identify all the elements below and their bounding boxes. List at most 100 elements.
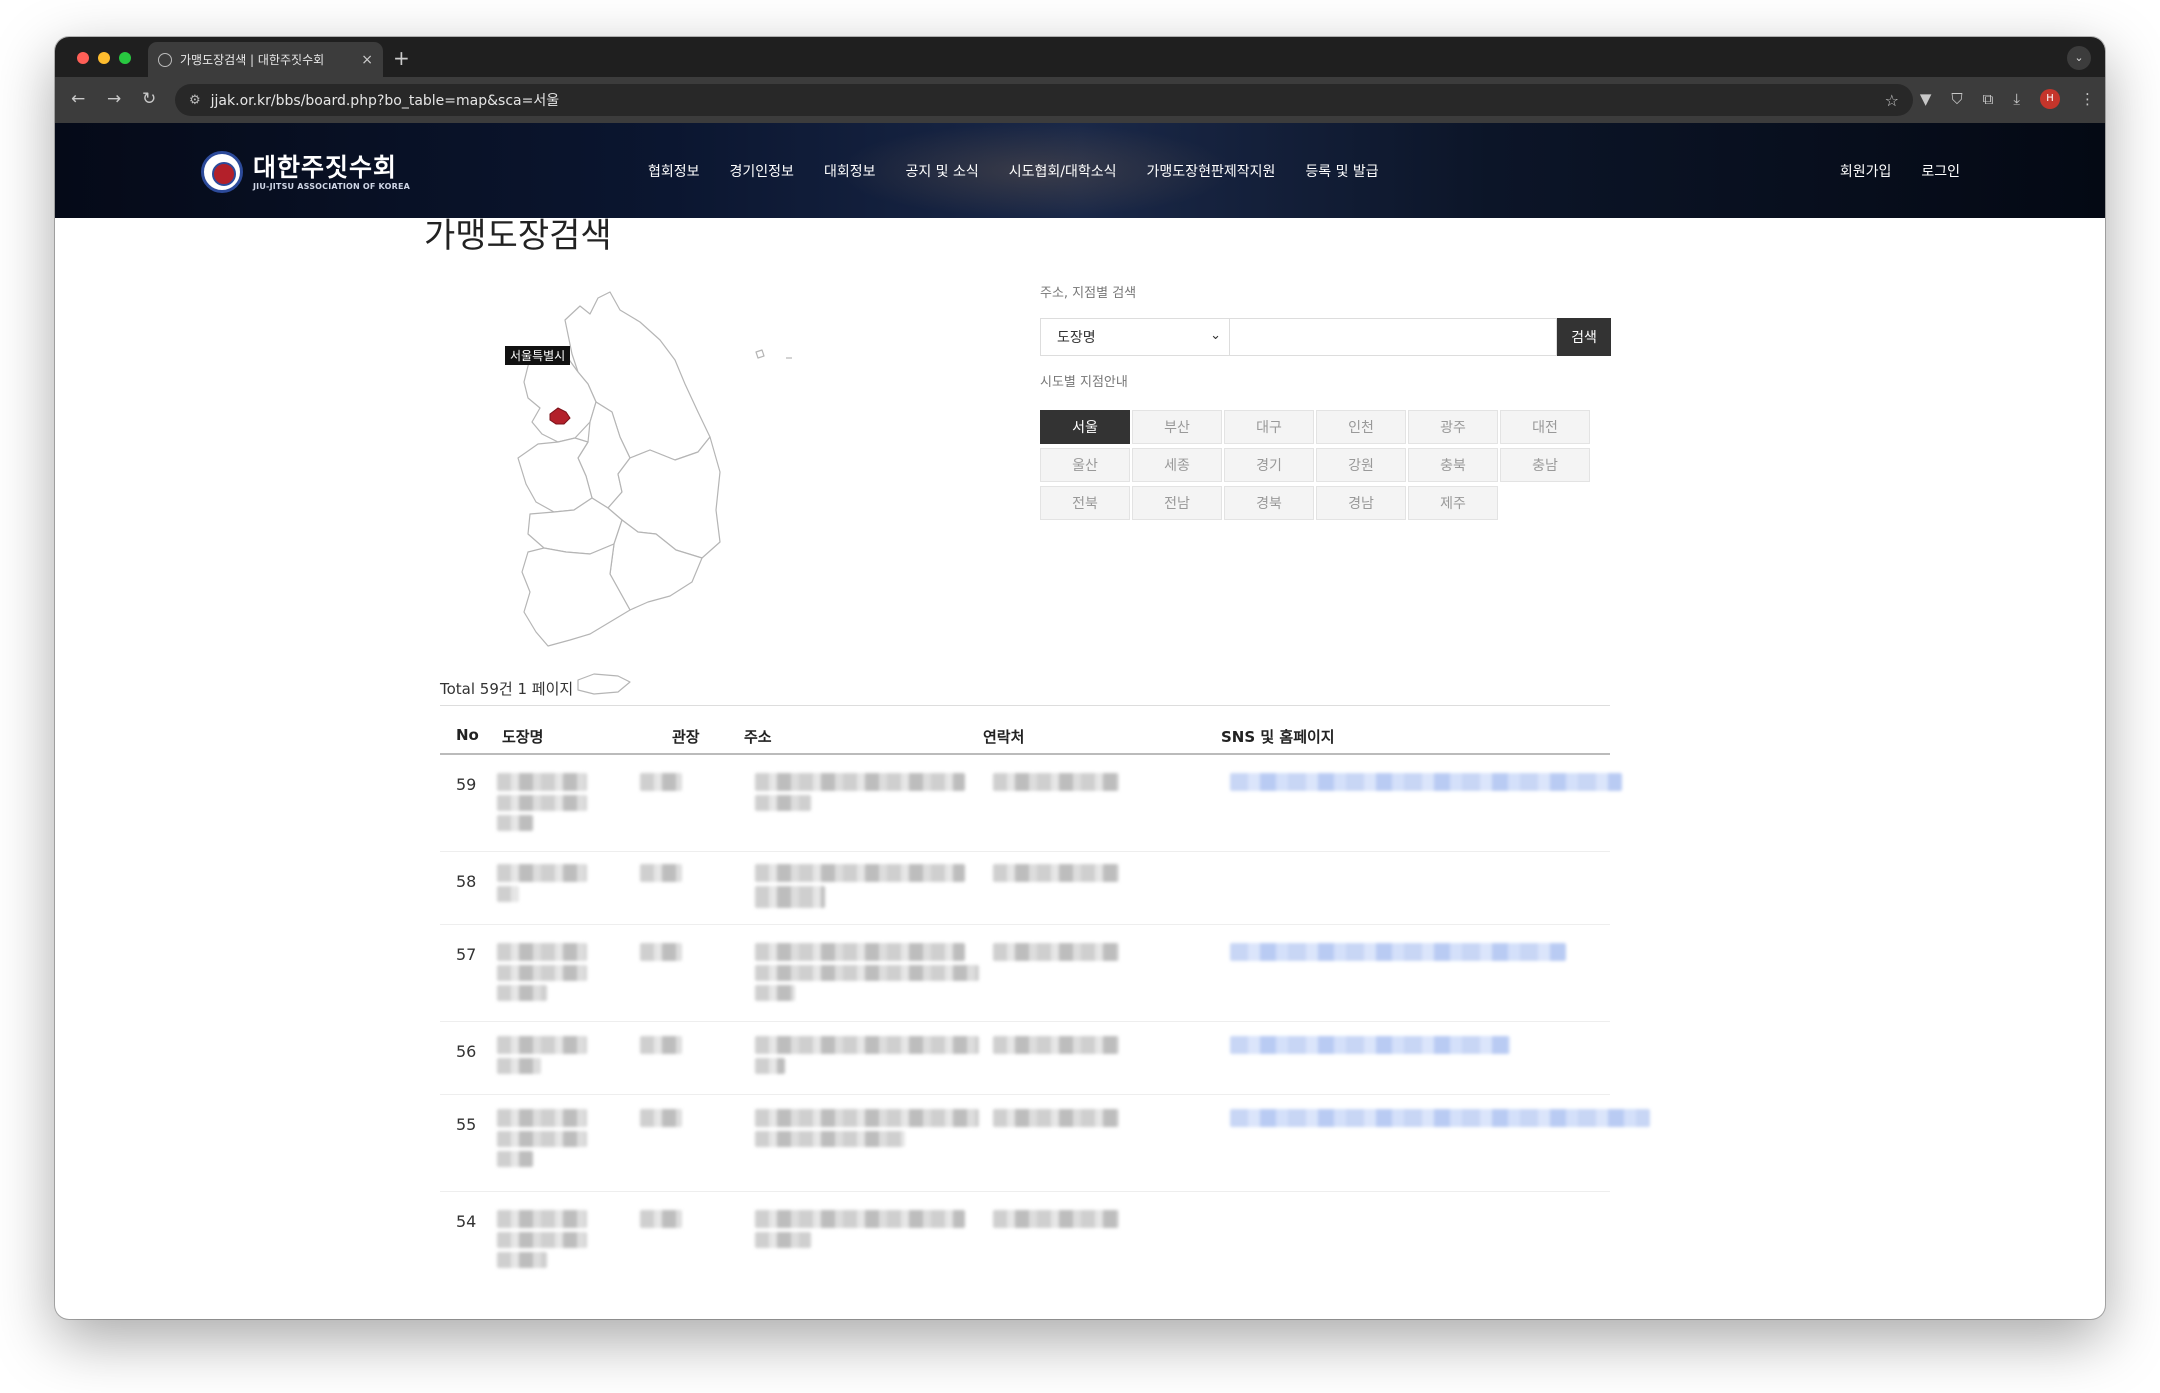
vpn-extension-icon[interactable]: ▼ — [1920, 90, 1932, 108]
blurred-sns-link[interactable] — [1230, 943, 1566, 961]
url-text[interactable]: jjak.or.kr/bbs/board.php?bo_table=map&sc… — [211, 90, 559, 110]
maximize-window-button[interactable] — [119, 52, 131, 64]
row-number: 54 — [456, 1212, 477, 1231]
blurred-dojang-name — [497, 1058, 541, 1074]
search-label: 주소, 지점별 검색 — [1040, 286, 1137, 301]
address-bar[interactable]: ⚙ jjak.or.kr/bbs/board.php?bo_table=map&… — [175, 84, 1913, 116]
region-button-sejong[interactable]: 세종 — [1132, 448, 1222, 482]
table-row[interactable]: 56 — [440, 1022, 1610, 1095]
col-header-contact: 연락처 — [983, 728, 1025, 746]
map-region-ulleung[interactable] — [755, 349, 765, 359]
bookmark-star-icon[interactable]: ☆ — [1885, 91, 1899, 110]
nav-item-player-info[interactable]: 경기인정보 — [730, 161, 794, 181]
site-settings-icon[interactable]: ⚙ — [189, 93, 201, 108]
table-row[interactable]: 55 — [440, 1095, 1650, 1192]
blurred-owner — [640, 773, 682, 791]
region-button-chungbuk[interactable]: 충북 — [1408, 448, 1498, 482]
menu-icon[interactable]: ⋮ — [2080, 90, 2095, 108]
region-button-jeju[interactable]: 제주 — [1408, 486, 1498, 520]
region-button-jeonbuk[interactable]: 전북 — [1040, 486, 1130, 520]
region-button-incheon[interactable]: 인천 — [1316, 410, 1406, 444]
reload-icon[interactable]: ↻ — [142, 89, 156, 109]
region-button-daegu[interactable]: 대구 — [1224, 410, 1314, 444]
region-button-gwangju[interactable]: 광주 — [1408, 410, 1498, 444]
nav-item-notices[interactable]: 공지 및 소식 — [905, 161, 978, 181]
blurred-address — [755, 773, 965, 791]
nav-item-signboard-support[interactable]: 가맹도장현판제작지원 — [1147, 161, 1276, 181]
blurred-dojang-name — [497, 864, 587, 882]
search-input[interactable] — [1230, 318, 1557, 356]
blurred-address — [755, 1131, 905, 1147]
region-button-grid: 서울 부산 대구 인천 광주 대전 울산 세종 경기 강원 충북 충남 전북 전… — [1040, 410, 1595, 520]
nav-item-competition-info[interactable]: 대회정보 — [824, 161, 876, 181]
blurred-dojang-name — [497, 943, 587, 961]
region-button-gyeongnam[interactable]: 경남 — [1316, 486, 1406, 520]
toolbar-actions: ▼ ⛉ ⧉ ⤓ H ⋮ — [1920, 89, 2095, 109]
blurred-owner — [640, 943, 682, 961]
row-number: 58 — [456, 872, 477, 891]
table-row[interactable]: 58 — [440, 852, 1610, 925]
region-button-seoul[interactable]: 서울 — [1040, 410, 1130, 444]
nav-item-association-info[interactable]: 협회정보 — [648, 161, 700, 181]
region-button-gyeongbuk[interactable]: 경북 — [1224, 486, 1314, 520]
site-logo[interactable]: 대한주짓수회 JIU-JITSU ASSOCIATION OF KOREA — [201, 151, 410, 193]
back-icon[interactable]: ← — [71, 89, 85, 109]
total-count: Total 59건 1 페이지 — [440, 680, 574, 698]
nav-item-registration[interactable]: 등록 및 발급 — [1305, 161, 1378, 181]
blurred-sns-link[interactable] — [1230, 1036, 1510, 1054]
region-button-ulsan[interactable]: 울산 — [1040, 448, 1130, 482]
map-region-chungnam[interactable] — [517, 437, 593, 513]
blurred-dojang-name — [497, 773, 587, 791]
search-form: 도장명 ⌄ 검색 — [1040, 318, 1611, 356]
blurred-address — [755, 864, 965, 882]
tab-close-icon[interactable]: × — [361, 52, 373, 68]
map-region-gangwon[interactable] — [564, 291, 711, 461]
shield-extension-icon[interactable]: ⛉ — [1951, 90, 1962, 108]
extension-icon[interactable]: ⧉ — [1983, 90, 1994, 108]
profile-avatar[interactable]: H — [2040, 89, 2060, 109]
tab-title: 가맹도장검색 | 대한주짓수회 — [180, 53, 325, 67]
close-window-button[interactable] — [77, 52, 89, 64]
tab-search-chevron-icon[interactable]: ⌄ — [2067, 46, 2091, 70]
region-button-busan[interactable]: 부산 — [1132, 410, 1222, 444]
minimize-window-button[interactable] — [98, 52, 110, 64]
browser-tab[interactable]: 가맹도장검색 | 대한주짓수회 × — [148, 42, 383, 77]
region-button-gangwon[interactable]: 강원 — [1316, 448, 1406, 482]
blurred-owner — [640, 1109, 682, 1127]
download-icon[interactable]: ⤓ — [2013, 90, 2020, 108]
blurred-owner — [640, 1036, 682, 1054]
forward-icon[interactable]: → — [107, 89, 121, 109]
korea-region-map[interactable] — [470, 262, 830, 698]
login-link[interactable]: 로그인 — [1921, 161, 1960, 181]
blurred-dojang-name — [497, 795, 587, 811]
search-field-select-value: 도장명 — [1057, 330, 1096, 346]
blurred-dojang-name — [497, 1151, 533, 1167]
region-button-jeonnam[interactable]: 전남 — [1132, 486, 1222, 520]
blurred-sns-link[interactable] — [1230, 1109, 1650, 1127]
row-number: 57 — [456, 945, 477, 964]
table-row[interactable]: 57 — [440, 925, 1610, 1022]
blurred-address — [755, 1232, 811, 1248]
region-button-chungnam[interactable]: 충남 — [1500, 448, 1590, 482]
blurred-contact — [993, 943, 1119, 961]
blurred-dojang-name — [497, 1252, 547, 1268]
blurred-dojang-name — [497, 965, 587, 981]
region-button-daejeon[interactable]: 대전 — [1500, 410, 1590, 444]
col-header-dojang: 도장명 — [502, 728, 544, 746]
blurred-sns-link[interactable] — [1230, 773, 1622, 791]
blurred-dojang-name — [497, 886, 519, 902]
region-button-gyeonggi[interactable]: 경기 — [1224, 448, 1314, 482]
col-header-address: 주소 — [744, 728, 772, 746]
search-field-select[interactable]: 도장명 ⌄ — [1040, 318, 1230, 356]
map-region-jeju[interactable] — [577, 673, 631, 695]
nav-item-regional-news[interactable]: 시도협회/대학소식 — [1009, 161, 1117, 181]
map-region-label: 서울특별시 — [505, 346, 571, 365]
new-tab-button[interactable]: + — [393, 46, 410, 70]
signup-link[interactable]: 회원가입 — [1840, 161, 1892, 181]
table-row[interactable]: 59 — [440, 755, 1622, 852]
table-row[interactable]: 54 — [440, 1192, 1610, 1282]
blurred-owner — [640, 1210, 682, 1228]
chevron-down-icon: ⌄ — [1210, 328, 1221, 343]
blurred-address — [755, 1109, 979, 1127]
search-button[interactable]: 검색 — [1557, 318, 1611, 356]
